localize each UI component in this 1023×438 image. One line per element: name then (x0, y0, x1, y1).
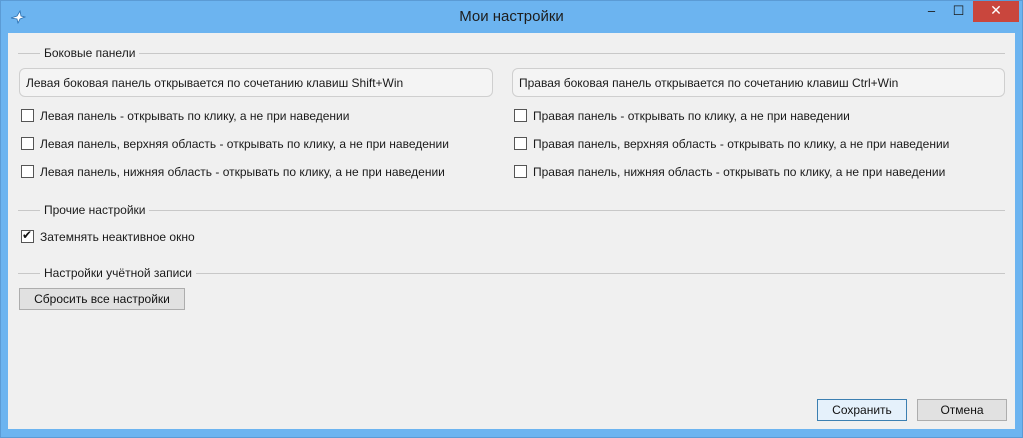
side-panels-group-label: Боковые панели (40, 46, 140, 60)
other-settings-divider (18, 210, 1005, 211)
left-panel-bottom-click-label: Левая панель, нижняя область - открывать… (40, 165, 445, 179)
left-panel-shortcut-info: Левая боковая панель открывается по соче… (19, 68, 493, 97)
right-panel-bottom-click-checkbox[interactable] (514, 165, 527, 178)
account-settings-group-label: Настройки учётной записи (40, 266, 197, 280)
close-button[interactable]: ✕ (973, 1, 1019, 22)
checkmark-icon: ✔ (22, 228, 33, 242)
reset-settings-button[interactable]: Сбросить все настройки (19, 288, 185, 310)
dim-inactive-checkbox[interactable]: ✔ (21, 228, 34, 243)
side-panels-divider (18, 53, 1005, 54)
right-panel-top-click-checkbox[interactable] (514, 137, 527, 150)
left-panel-top-click-checkbox[interactable] (21, 137, 34, 150)
cancel-button[interactable]: Отмена (917, 399, 1007, 421)
right-panel-bottom-click-label: Правая панель, нижняя область - открыват… (533, 165, 946, 179)
save-button[interactable]: Сохранить (817, 399, 907, 421)
dim-inactive-label: Затемнять неактивное окно (40, 230, 195, 244)
window-title: Мои настройки (459, 8, 564, 25)
right-panel-shortcut-info: Правая боковая панель открывается по соч… (512, 68, 1005, 97)
minimize-button[interactable]: ‒ (918, 1, 945, 22)
settings-content: Боковые панели Левая боковая панель откр… (8, 33, 1015, 429)
left-panel-bottom-click-checkbox[interactable] (21, 165, 34, 178)
right-panel-top-click-label: Правая панель, верхняя область - открыва… (533, 137, 950, 151)
title-bar[interactable]: Мои настройки ‒ ☐ ✕ (1, 1, 1022, 33)
other-settings-group-label: Прочие настройки (40, 203, 150, 217)
right-panel-click-label: Правая панель - открывать по клику, а не… (533, 109, 850, 123)
left-panel-top-click-label: Левая панель, верхняя область - открыват… (40, 137, 449, 151)
right-panel-click-checkbox[interactable] (514, 109, 527, 122)
left-panel-click-checkbox[interactable] (21, 109, 34, 122)
maximize-button[interactable]: ☐ (945, 1, 972, 22)
settings-window: Мои настройки ‒ ☐ ✕ Боковые панели Левая… (0, 0, 1023, 438)
left-panel-click-label: Левая панель - открывать по клику, а не … (40, 109, 350, 123)
